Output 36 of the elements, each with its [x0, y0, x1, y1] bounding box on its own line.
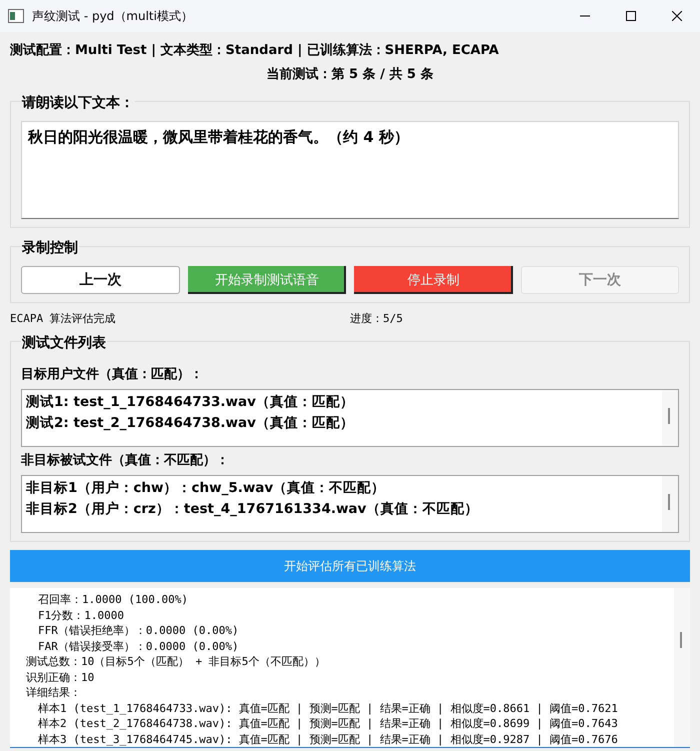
- log-line: F1分数：1.0000: [37, 608, 125, 623]
- file-entry[interactable]: 测试2: test_2_1768464738.wav（真值：匹配）: [26, 413, 658, 434]
- log-line: 召回率：1.0000 (100.00%): [37, 592, 189, 608]
- file-entry[interactable]: 测试1: test_1_1768464733.wav（真值：匹配）: [26, 392, 658, 413]
- log-line: FFR（错误拒绝率）：0.0000 (0.00%): [37, 623, 240, 638]
- current-test-label: 当前测试：第 5 条 / 共 5 条: [266, 66, 434, 83]
- nontarget-file-list[interactable]: 非目标1（用户：chw）：chw_5.wav（真值：不匹配） 非目标2（用户：crz）：test_4_1767161334.wav（真值：不匹配）: [21, 475, 679, 533]
- log-line: 详细结果：: [25, 685, 82, 700]
- scrollbar-thumb[interactable]: [668, 408, 670, 424]
- log-line: 识别正确：10: [25, 670, 96, 685]
- group-title: 录制控制: [21, 239, 79, 257]
- record-control-button[interactable]: 上一次: [21, 266, 180, 294]
- file-entry[interactable]: 非目标2（用户：crz）：test_4_1767161334.wav（真值：不匹配）: [26, 499, 658, 520]
- log-line: 样本1 (test_1_1768464733.wav): 真值=匹配 | 预测=匹配 | 结果=正确 | 相似度=0.8661 | 阈值=0.7621: [37, 700, 619, 716]
- target-file-list[interactable]: 测试1: test_1_1768464733.wav（真值：匹配） 测试2: test_2_1768464738.wav（真值：匹配）: [21, 389, 679, 447]
- result-log[interactable]: [10, 588, 690, 748]
- log-line: 测试总数：10（目标5个（匹配） + 非目标5个（不匹配））: [25, 654, 326, 670]
- prompt-text-box[interactable]: 秋日的阳光很温暖，微风里带着桂花的香气。（约 4 秒）: [21, 121, 679, 219]
- record-control-button[interactable]: 停止录制: [354, 266, 512, 294]
- log-line: 样本3 (test_3_1768464745.wav): 真值=匹配 | 预测=匹配 | 结果=正确 | 相似度=0.9287 | 阈值=0.7676: [37, 732, 619, 747]
- app-icon: [8, 9, 24, 23]
- progress-label: 进度：5/5: [350, 311, 403, 327]
- log-line: 样本2 (test_2_1768464738.wav): 真值=匹配 | 预测=匹配 | 结果=正确 | 相似度=0.8699 | 阈值=0.7643: [37, 716, 619, 732]
- maximize-icon[interactable]: [626, 11, 636, 21]
- list-label: 目标用户文件（真值：匹配）：: [21, 366, 204, 384]
- list-label: 非目标被试文件（真值：不匹配）：: [21, 452, 230, 470]
- status-message: ECAPA 算法评估完成: [10, 311, 117, 327]
- window-title: 声纹测试 - pyd（multi模式）: [32, 8, 194, 24]
- file-entry[interactable]: 非目标1（用户：chw）：chw_5.wav（真值：不匹配）: [26, 478, 658, 499]
- close-icon[interactable]: [672, 11, 682, 21]
- scrollbar-thumb[interactable]: [680, 632, 682, 648]
- scrollbar-thumb[interactable]: [668, 494, 670, 510]
- config-summary: 测试配置：Multi Test | 文本类型：Standard | 已训练算法：SHERPA, ECAPA: [9, 42, 500, 59]
- group-title: 请朗读以下文本：: [21, 94, 135, 112]
- group-title: 测试文件列表: [21, 334, 107, 352]
- log-line: FAR（错误接受率）：0.0000 (0.00%): [37, 638, 240, 654]
